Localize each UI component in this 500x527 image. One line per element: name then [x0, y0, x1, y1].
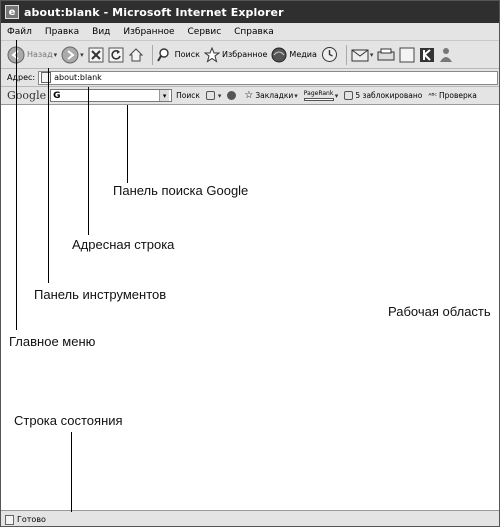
address-input[interactable]: about:blank	[38, 70, 499, 85]
home-button[interactable]	[128, 44, 144, 66]
google-logo[interactable]: Google	[7, 89, 46, 102]
page-status-icon	[5, 514, 14, 525]
window-title: about:blank - Microsoft Internet Explore…	[24, 5, 284, 19]
menu-file[interactable]: Файл	[7, 27, 32, 37]
status-text: Готово	[17, 515, 46, 524]
annotation-address-bar: Адресная строка	[72, 237, 175, 252]
refresh-button[interactable]	[108, 44, 124, 66]
annotation-google-bar: Панель поиска Google	[113, 183, 249, 198]
edit-button[interactable]	[399, 44, 415, 66]
back-label: Назад	[27, 50, 53, 59]
google-news-button[interactable]: ▾	[205, 91, 222, 100]
history-button[interactable]	[321, 44, 338, 66]
spellcheck-button[interactable]: ᴬᴮᶜ Проверка	[428, 91, 477, 100]
toolbar: Назад ▾ ▾ Поиск Избранное Медиа ▾	[1, 41, 499, 69]
media-button[interactable]: Медиа	[271, 44, 317, 66]
forward-button[interactable]: ▾	[61, 44, 84, 66]
forward-dropdown-icon[interactable]: ▾	[80, 51, 84, 59]
bookmarks-label: Закладки	[255, 91, 294, 100]
spellcheck-icon: ᴬᴮᶜ	[428, 91, 437, 100]
google-toolbar: Google G ▾ Поиск ▾ ☆ Закладки ▾ PageRank …	[1, 87, 499, 105]
media-icon	[271, 47, 287, 62]
status-bar: Готово	[1, 510, 499, 526]
print-button[interactable]	[377, 44, 395, 66]
popup-blocker-button[interactable]: 5 заблокировано	[344, 91, 422, 100]
leader-main-menu	[16, 40, 17, 330]
google-search-input[interactable]: G ▾	[50, 89, 173, 102]
mail-button[interactable]: ▾	[351, 44, 374, 66]
popup-blocked-label: 5 заблокировано	[355, 91, 423, 100]
leader-google-bar	[127, 105, 128, 183]
title-bar: e about:blank - Microsoft Internet Explo…	[1, 1, 499, 23]
forward-arrow-icon	[61, 46, 79, 63]
menu-view[interactable]: Вид	[92, 27, 110, 37]
pagerank-dropdown-icon[interactable]: ▾	[335, 92, 339, 100]
globe-icon	[227, 91, 237, 100]
google-field-mark: G	[53, 90, 61, 101]
home-icon	[128, 47, 143, 61]
pagerank-bar	[303, 97, 334, 101]
annotation-toolbar: Панель инструментов	[34, 287, 167, 302]
toolbar-separator	[345, 44, 347, 65]
search-label: Поиск	[174, 50, 200, 59]
address-value: about:blank	[54, 73, 102, 82]
annotation-main-menu: Главное меню	[9, 334, 96, 349]
menu-edit[interactable]: Правка	[45, 27, 79, 37]
leader-toolbar	[48, 68, 49, 283]
pagerank-widget: PageRank	[303, 89, 334, 101]
media-label: Медиа	[289, 50, 317, 59]
stop-icon	[88, 47, 104, 62]
pagerank-label: PageRank	[303, 89, 334, 97]
google-highlight-button[interactable]	[227, 91, 238, 100]
ie-icon: e	[5, 5, 19, 19]
favorites-button[interactable]: Избранное	[203, 44, 268, 66]
k-app-icon	[420, 47, 435, 62]
toolbar-separator	[151, 44, 153, 65]
printer-icon	[377, 48, 395, 60]
annotation-status-bar: Строка состояния	[14, 413, 123, 428]
edit-icon	[399, 47, 415, 62]
address-bar: Адрес: about:blank	[1, 69, 499, 87]
k-button[interactable]	[419, 44, 435, 66]
favorites-label: Избранное	[221, 50, 268, 59]
page-icon	[41, 72, 52, 83]
spellcheck-label: Проверка	[438, 91, 477, 100]
messenger-button[interactable]	[439, 44, 453, 66]
star-icon	[203, 46, 220, 63]
annotation-workspace: Рабочая область	[388, 304, 491, 319]
address-label: Адрес:	[7, 73, 36, 82]
mail-icon	[351, 49, 369, 61]
google-search-button[interactable]: Поиск	[176, 91, 200, 100]
search-icon	[156, 47, 169, 62]
menu-tools[interactable]: Сервис	[188, 27, 222, 37]
refresh-icon	[108, 47, 124, 62]
pagerank-indicator[interactable]: PageRank ▾	[303, 89, 339, 101]
leader-address-bar	[88, 87, 89, 235]
back-button[interactable]: Назад ▾	[7, 44, 57, 66]
chevron-down-icon[interactable]: ▾	[159, 90, 170, 101]
history-icon	[321, 47, 337, 62]
menu-help[interactable]: Справка	[234, 27, 274, 37]
popup-blocker-icon	[344, 91, 354, 100]
leader-status-bar	[71, 432, 72, 512]
stop-button[interactable]	[88, 44, 104, 66]
google-bookmarks-button[interactable]: ☆ Закладки ▾	[244, 90, 297, 101]
mail-dropdown-icon[interactable]: ▾	[370, 51, 374, 59]
search-button[interactable]: Поиск	[156, 44, 200, 66]
bookmark-star-icon: ☆	[244, 90, 254, 101]
google-search-label: Поиск	[176, 91, 200, 100]
bookmarks-dropdown-icon[interactable]: ▾	[294, 92, 298, 100]
messenger-icon	[440, 47, 453, 62]
news-dropdown-icon[interactable]: ▾	[218, 92, 222, 100]
menu-favorites[interactable]: Избранное	[123, 27, 174, 37]
back-dropdown-icon[interactable]: ▾	[54, 51, 58, 59]
news-icon	[205, 91, 215, 100]
main-menu: Файл Правка Вид Избранное Сервис Справка	[1, 23, 499, 41]
browser-window: e about:blank - Microsoft Internet Explo…	[0, 0, 500, 527]
